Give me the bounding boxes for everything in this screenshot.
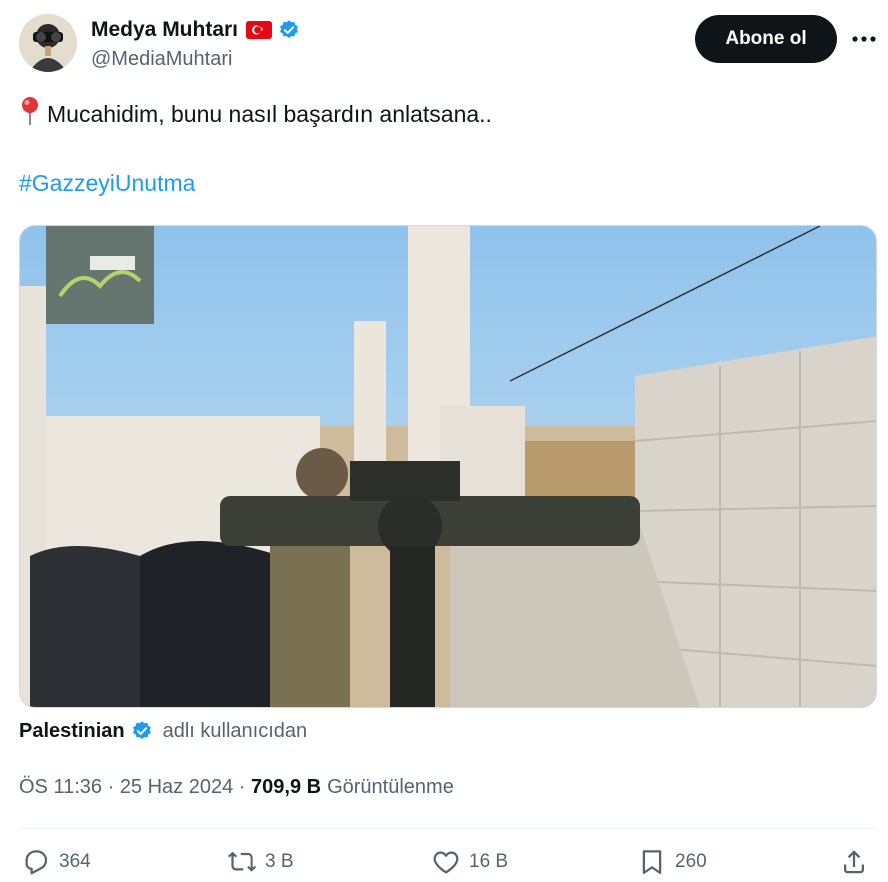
tweet-header: Medya Muhtarı @MediaMuhtari Abone ol — [19, 14, 877, 78]
hashtag-link[interactable]: #GazzeyiUnutma — [19, 170, 195, 197]
meta-separator: · — [102, 775, 120, 798]
handle[interactable]: @MediaMuhtari — [91, 48, 300, 71]
bookmark-icon — [642, 850, 662, 874]
reply-icon — [25, 850, 48, 875]
reply-button[interactable]: 364 — [21, 842, 91, 882]
tweet-meta: ÖS 11:36 · 25 Haz 2024 · 709,9 B Görüntü… — [19, 772, 454, 802]
action-bar: 364 3 B 16 B 260 — [19, 842, 877, 882]
like-button[interactable]: 16 B — [431, 842, 508, 882]
avatar[interactable] — [19, 14, 77, 72]
meta-separator: · — [233, 775, 252, 798]
tweet-date[interactable]: 25 Haz 2024 — [120, 776, 233, 799]
verified-badge-icon — [278, 19, 300, 41]
bookmark-count: 260 — [675, 851, 707, 872]
views-label: Görüntülenme — [327, 775, 454, 798]
media-attribution: Palestinian adlı kullanıcıdan — [19, 716, 307, 746]
heart-icon — [433, 851, 459, 874]
share-icon — [844, 850, 864, 874]
tweet-body: Mucahidim, bunu nasıl başardın anlatsana… — [47, 101, 492, 127]
repost-button[interactable]: 3 B — [227, 842, 294, 882]
more-options-icon[interactable] — [851, 26, 877, 52]
divider — [19, 828, 877, 829]
repost-count: 3 B — [265, 851, 294, 872]
follow-button[interactable]: Abone ol — [695, 15, 837, 63]
display-name[interactable]: Medya Muhtarı — [91, 18, 238, 42]
share-button[interactable] — [839, 842, 877, 882]
repost-icon — [227, 851, 257, 872]
attribution-suffix: adlı kullanıcıdan — [162, 719, 308, 742]
turkey-flag-icon — [246, 21, 273, 39]
bookmark-button[interactable]: 260 — [637, 842, 707, 882]
round-pushpin-icon — [19, 96, 41, 135]
reply-count: 364 — [59, 851, 91, 872]
views-count: 709,9 B — [251, 775, 322, 798]
attribution-name[interactable]: Palestinian — [19, 720, 125, 743]
like-count: 16 B — [469, 851, 509, 872]
verified-badge-icon — [131, 720, 153, 742]
tweet-text: Mucahidim, bunu nasıl başardın anlatsana… — [19, 96, 859, 135]
video-media[interactable] — [19, 225, 877, 708]
tweet-time[interactable]: ÖS 11:36 — [19, 776, 102, 799]
